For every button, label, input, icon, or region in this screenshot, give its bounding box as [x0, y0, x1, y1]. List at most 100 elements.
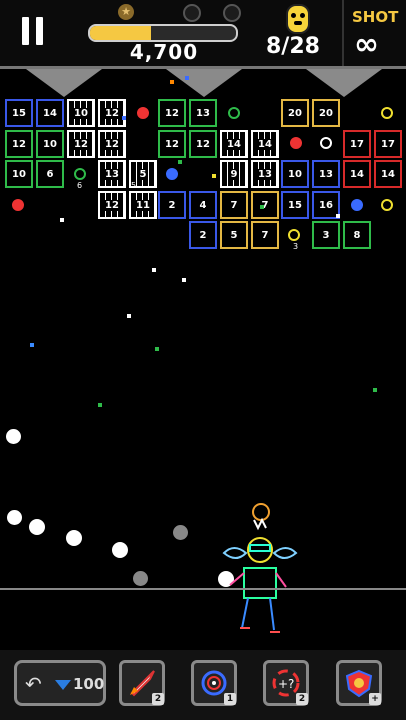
brick-hit-count: 13 — [319, 168, 333, 180]
ball — [6, 429, 21, 444]
gem-icon — [55, 680, 71, 690]
target-powerup-button[interactable]: 1 — [191, 660, 237, 706]
ceiling-funnel — [306, 69, 382, 97]
brick-hit-count: 10 — [43, 138, 57, 150]
brick-hit-count: 3 — [322, 229, 330, 241]
powerup-pickup — [166, 168, 178, 180]
brick-hit-count: 16 — [319, 199, 333, 211]
random-powerup-button[interactable]: +? 2 — [263, 660, 309, 706]
ball — [133, 571, 148, 586]
brick-hit-count: 10 — [12, 168, 26, 180]
brick: 7 — [220, 191, 248, 219]
brick-hit-count: 2 — [199, 229, 207, 241]
rocket-count: 2 — [152, 693, 164, 705]
brick: 10 — [36, 130, 64, 158]
brick: 5 — [220, 221, 248, 249]
character-face-icon — [286, 4, 310, 34]
powerup-count: 6 — [77, 181, 83, 190]
particle — [182, 278, 186, 282]
undo-button[interactable]: ↶ 100 — [14, 660, 106, 706]
particle — [155, 347, 159, 351]
ball — [112, 542, 128, 558]
brick: 12 — [98, 130, 126, 158]
brick: 12 — [5, 130, 33, 158]
brick: 7 — [251, 191, 279, 219]
powerup-pickup — [12, 199, 24, 211]
brick: 14 — [374, 160, 402, 188]
brick: 14 — [220, 130, 248, 158]
brick-hit-count: 7 — [261, 229, 269, 241]
particle — [127, 314, 131, 318]
target-count: 1 — [224, 693, 236, 705]
brick-hit-count: 8 — [353, 229, 361, 241]
powerup-pickup — [288, 229, 300, 241]
svg-text:+?: +? — [278, 677, 294, 691]
brick: 12 — [158, 130, 186, 158]
brick-hit-count: 17 — [350, 138, 364, 150]
brick: 3 — [312, 221, 340, 249]
brick: 13 — [98, 160, 126, 188]
star-icon: ★ — [118, 4, 134, 20]
brick-hit-count: 12 — [165, 138, 179, 150]
brick-hit-count: 15 — [288, 199, 302, 211]
particle — [122, 116, 126, 120]
brick-hit-count: 13 — [196, 107, 210, 119]
brick-hit-count: 5 — [230, 229, 238, 241]
brick: 6 — [36, 160, 64, 188]
brick: 14 — [36, 99, 64, 127]
rocket-powerup-button[interactable]: 2 — [119, 660, 165, 706]
brick-hit-count: 12 — [196, 138, 210, 150]
brick-hit-count: 5 — [138, 168, 148, 180]
powerup-count: 3 — [293, 242, 299, 251]
pause-button[interactable] — [22, 17, 44, 45]
random-count: 2 — [296, 693, 308, 705]
brick-hit-count: 12 — [165, 107, 179, 119]
ball — [29, 519, 45, 535]
ball — [66, 530, 82, 546]
brick: 7 — [251, 221, 279, 249]
shot-label: SHOT — [352, 8, 399, 26]
shot-infinite-value: ∞ — [354, 27, 379, 62]
powerup-pickup — [228, 107, 240, 119]
brick-hit-count: 9 — [229, 168, 239, 180]
brick: 14 — [343, 160, 371, 188]
undo-arrow-icon: ↶ — [25, 672, 42, 696]
brick-hit-count: 20 — [319, 107, 333, 119]
brick: 11 — [129, 191, 157, 219]
powerup-pickup — [137, 107, 149, 119]
ball — [173, 525, 188, 540]
particle — [98, 403, 102, 407]
brick-hit-count: 12 — [12, 138, 26, 150]
brick-hit-count: 4 — [199, 199, 207, 211]
brick: 13 — [189, 99, 217, 127]
brick-hit-count: 10 — [288, 168, 302, 180]
brick-hit-count: 12 — [104, 199, 120, 211]
brick: 12 — [67, 130, 95, 158]
brick: 17 — [374, 130, 402, 158]
player-character — [222, 503, 298, 633]
score-progress-fill — [90, 26, 152, 40]
brick: 12 — [189, 130, 217, 158]
brick: 10 — [67, 99, 95, 127]
particle — [30, 343, 34, 347]
brick: 10 — [5, 160, 33, 188]
brick-hit-count: 13 — [104, 168, 120, 180]
particle — [170, 80, 174, 84]
ceiling-funnel — [166, 69, 242, 97]
brick-hit-count: 13 — [257, 168, 273, 180]
ceiling-funnel — [26, 69, 102, 97]
brick: 20 — [312, 99, 340, 127]
brick: 4 — [189, 191, 217, 219]
brick-hit-count: 20 — [288, 107, 302, 119]
powerup-pickup — [351, 199, 363, 211]
particle — [60, 218, 64, 222]
shield-powerup-button[interactable]: + — [336, 660, 382, 706]
brick: 8 — [343, 221, 371, 249]
brick-hit-count: 12 — [104, 107, 120, 119]
brick: 15 — [5, 99, 33, 127]
undo-cost: 100 — [73, 675, 105, 693]
brick: 13 — [251, 160, 279, 188]
brick: 10 — [281, 160, 309, 188]
brick-hit-count: 7 — [230, 199, 238, 211]
brick-hit-count: 12 — [73, 138, 89, 150]
